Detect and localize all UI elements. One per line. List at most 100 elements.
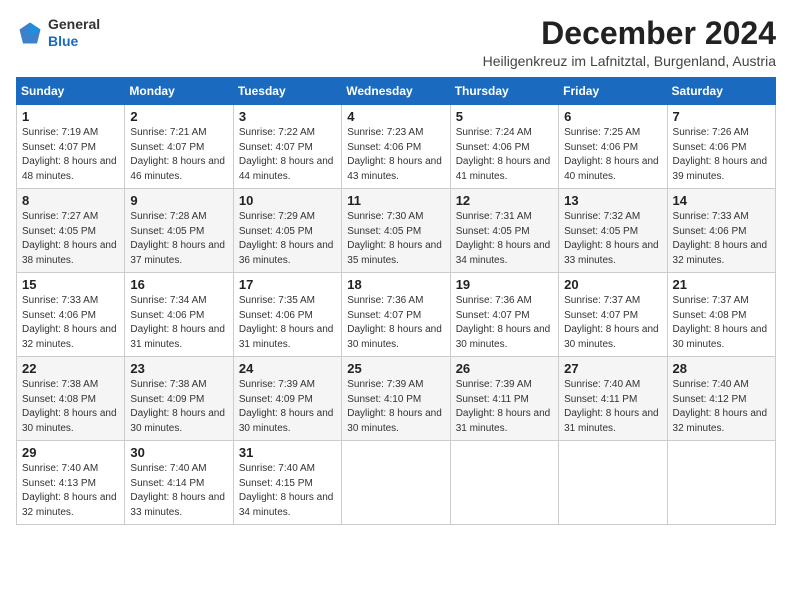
day-info: Sunrise: 7:37 AMSunset: 4:08 PMDaylight:… — [673, 294, 770, 352]
calendar-cell: 13 Sunrise: 7:32 AMSunset: 4:05 PMDaylig… — [559, 189, 667, 273]
day-number: 25 — [347, 361, 444, 376]
weekday-header-row: SundayMondayTuesdayWednesdayThursdayFrid… — [17, 78, 776, 105]
day-number: 19 — [456, 277, 553, 292]
calendar-week-row: 22 Sunrise: 7:38 AMSunset: 4:08 PMDaylig… — [17, 357, 776, 441]
location-title: Heiligenkreuz im Lafnitztal, Burgenland,… — [483, 53, 776, 69]
calendar-cell: 27 Sunrise: 7:40 AMSunset: 4:11 PMDaylig… — [559, 357, 667, 441]
calendar-cell: 18 Sunrise: 7:36 AMSunset: 4:07 PMDaylig… — [342, 273, 450, 357]
day-number: 6 — [564, 109, 661, 124]
calendar-header: SundayMondayTuesdayWednesdayThursdayFrid… — [17, 78, 776, 105]
logo: General Blue — [16, 16, 100, 50]
title-block: December 2024 Heiligenkreuz im Lafnitzta… — [483, 16, 776, 69]
calendar-week-row: 1 Sunrise: 7:19 AMSunset: 4:07 PMDayligh… — [17, 105, 776, 189]
calendar-cell: 20 Sunrise: 7:37 AMSunset: 4:07 PMDaylig… — [559, 273, 667, 357]
calendar-cell: 22 Sunrise: 7:38 AMSunset: 4:08 PMDaylig… — [17, 357, 125, 441]
day-info: Sunrise: 7:28 AMSunset: 4:05 PMDaylight:… — [130, 210, 227, 268]
weekday-header: Tuesday — [233, 78, 341, 105]
day-info: Sunrise: 7:38 AMSunset: 4:08 PMDaylight:… — [22, 378, 119, 436]
calendar-cell: 2 Sunrise: 7:21 AMSunset: 4:07 PMDayligh… — [125, 105, 233, 189]
day-number: 26 — [456, 361, 553, 376]
day-info: Sunrise: 7:36 AMSunset: 4:07 PMDaylight:… — [347, 294, 444, 352]
day-info: Sunrise: 7:36 AMSunset: 4:07 PMDaylight:… — [456, 294, 553, 352]
day-number: 31 — [239, 445, 336, 460]
calendar-cell: 30 Sunrise: 7:40 AMSunset: 4:14 PMDaylig… — [125, 441, 233, 525]
day-info: Sunrise: 7:39 AMSunset: 4:10 PMDaylight:… — [347, 378, 444, 436]
day-info: Sunrise: 7:35 AMSunset: 4:06 PMDaylight:… — [239, 294, 336, 352]
weekday-header: Thursday — [450, 78, 558, 105]
calendar-cell: 21 Sunrise: 7:37 AMSunset: 4:08 PMDaylig… — [667, 273, 775, 357]
logo-icon — [16, 19, 44, 47]
weekday-header: Friday — [559, 78, 667, 105]
day-number: 24 — [239, 361, 336, 376]
day-number: 15 — [22, 277, 119, 292]
day-info: Sunrise: 7:30 AMSunset: 4:05 PMDaylight:… — [347, 210, 444, 268]
logo-text: General Blue — [48, 16, 100, 50]
calendar-cell: 31 Sunrise: 7:40 AMSunset: 4:15 PMDaylig… — [233, 441, 341, 525]
calendar-cell: 6 Sunrise: 7:25 AMSunset: 4:06 PMDayligh… — [559, 105, 667, 189]
day-number: 9 — [130, 193, 227, 208]
calendar-cell: 24 Sunrise: 7:39 AMSunset: 4:09 PMDaylig… — [233, 357, 341, 441]
day-number: 27 — [564, 361, 661, 376]
day-number: 17 — [239, 277, 336, 292]
calendar-cell: 25 Sunrise: 7:39 AMSunset: 4:10 PMDaylig… — [342, 357, 450, 441]
day-number: 16 — [130, 277, 227, 292]
calendar-cell: 1 Sunrise: 7:19 AMSunset: 4:07 PMDayligh… — [17, 105, 125, 189]
calendar-cell: 12 Sunrise: 7:31 AMSunset: 4:05 PMDaylig… — [450, 189, 558, 273]
calendar-cell: 5 Sunrise: 7:24 AMSunset: 4:06 PMDayligh… — [450, 105, 558, 189]
calendar-body: 1 Sunrise: 7:19 AMSunset: 4:07 PMDayligh… — [17, 105, 776, 525]
day-info: Sunrise: 7:40 AMSunset: 4:12 PMDaylight:… — [673, 378, 770, 436]
day-info: Sunrise: 7:27 AMSunset: 4:05 PMDaylight:… — [22, 210, 119, 268]
calendar-cell: 14 Sunrise: 7:33 AMSunset: 4:06 PMDaylig… — [667, 189, 775, 273]
day-number: 18 — [347, 277, 444, 292]
calendar-cell: 15 Sunrise: 7:33 AMSunset: 4:06 PMDaylig… — [17, 273, 125, 357]
calendar-cell: 11 Sunrise: 7:30 AMSunset: 4:05 PMDaylig… — [342, 189, 450, 273]
day-number: 28 — [673, 361, 770, 376]
calendar-table: SundayMondayTuesdayWednesdayThursdayFrid… — [16, 77, 776, 525]
calendar-cell — [559, 441, 667, 525]
day-info: Sunrise: 7:25 AMSunset: 4:06 PMDaylight:… — [564, 126, 661, 184]
day-number: 29 — [22, 445, 119, 460]
day-number: 4 — [347, 109, 444, 124]
page-header: General Blue December 2024 Heiligenkreuz… — [16, 16, 776, 69]
day-number: 7 — [673, 109, 770, 124]
weekday-header: Saturday — [667, 78, 775, 105]
day-info: Sunrise: 7:21 AMSunset: 4:07 PMDaylight:… — [130, 126, 227, 184]
day-info: Sunrise: 7:39 AMSunset: 4:11 PMDaylight:… — [456, 378, 553, 436]
day-number: 10 — [239, 193, 336, 208]
calendar-week-row: 29 Sunrise: 7:40 AMSunset: 4:13 PMDaylig… — [17, 441, 776, 525]
calendar-cell: 7 Sunrise: 7:26 AMSunset: 4:06 PMDayligh… — [667, 105, 775, 189]
calendar-cell: 3 Sunrise: 7:22 AMSunset: 4:07 PMDayligh… — [233, 105, 341, 189]
weekday-header: Monday — [125, 78, 233, 105]
day-info: Sunrise: 7:26 AMSunset: 4:06 PMDaylight:… — [673, 126, 770, 184]
day-info: Sunrise: 7:31 AMSunset: 4:05 PMDaylight:… — [456, 210, 553, 268]
day-number: 8 — [22, 193, 119, 208]
logo-general: General — [48, 16, 100, 32]
day-info: Sunrise: 7:39 AMSunset: 4:09 PMDaylight:… — [239, 378, 336, 436]
day-number: 23 — [130, 361, 227, 376]
day-number: 11 — [347, 193, 444, 208]
day-number: 2 — [130, 109, 227, 124]
calendar-cell: 29 Sunrise: 7:40 AMSunset: 4:13 PMDaylig… — [17, 441, 125, 525]
day-info: Sunrise: 7:38 AMSunset: 4:09 PMDaylight:… — [130, 378, 227, 436]
day-number: 12 — [456, 193, 553, 208]
day-number: 30 — [130, 445, 227, 460]
day-number: 1 — [22, 109, 119, 124]
day-info: Sunrise: 7:23 AMSunset: 4:06 PMDaylight:… — [347, 126, 444, 184]
calendar-cell — [450, 441, 558, 525]
calendar-cell: 8 Sunrise: 7:27 AMSunset: 4:05 PMDayligh… — [17, 189, 125, 273]
calendar-cell: 4 Sunrise: 7:23 AMSunset: 4:06 PMDayligh… — [342, 105, 450, 189]
day-info: Sunrise: 7:33 AMSunset: 4:06 PMDaylight:… — [673, 210, 770, 268]
day-number: 22 — [22, 361, 119, 376]
weekday-header: Sunday — [17, 78, 125, 105]
day-info: Sunrise: 7:40 AMSunset: 4:15 PMDaylight:… — [239, 462, 336, 520]
day-info: Sunrise: 7:40 AMSunset: 4:11 PMDaylight:… — [564, 378, 661, 436]
day-number: 20 — [564, 277, 661, 292]
day-info: Sunrise: 7:24 AMSunset: 4:06 PMDaylight:… — [456, 126, 553, 184]
weekday-header: Wednesday — [342, 78, 450, 105]
calendar-cell: 9 Sunrise: 7:28 AMSunset: 4:05 PMDayligh… — [125, 189, 233, 273]
calendar-cell: 23 Sunrise: 7:38 AMSunset: 4:09 PMDaylig… — [125, 357, 233, 441]
day-info: Sunrise: 7:37 AMSunset: 4:07 PMDaylight:… — [564, 294, 661, 352]
day-info: Sunrise: 7:33 AMSunset: 4:06 PMDaylight:… — [22, 294, 119, 352]
day-info: Sunrise: 7:32 AMSunset: 4:05 PMDaylight:… — [564, 210, 661, 268]
day-number: 3 — [239, 109, 336, 124]
